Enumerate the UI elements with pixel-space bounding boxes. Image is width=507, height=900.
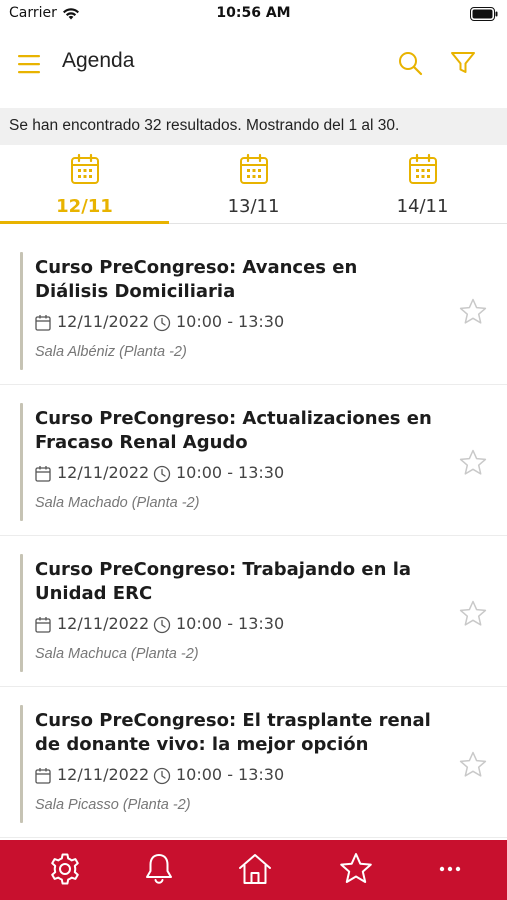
tab-day-1[interactable]: 12/11 (0, 145, 169, 224)
bottom-nav (0, 840, 507, 900)
calendar-small-icon (35, 617, 51, 633)
event-date: 12/11/2022 (57, 765, 150, 784)
favorite-button[interactable] (458, 448, 488, 478)
star-outline-icon (459, 298, 487, 324)
gear-icon (51, 853, 79, 885)
event-accent-bar (20, 403, 23, 521)
clock-icon (153, 314, 171, 332)
favorite-button[interactable] (458, 599, 488, 629)
clock-icon (153, 616, 171, 634)
event-accent-bar (20, 554, 23, 672)
event-accent-bar (20, 705, 23, 823)
calendar-small-icon (35, 466, 51, 482)
tab-day-3[interactable]: 14/11 (338, 145, 507, 224)
home-icon (239, 854, 271, 884)
calendar-icon (71, 153, 99, 184)
event-location: Sala Machuca (Planta -2) (35, 646, 199, 662)
tab-day-1-label: 12/11 (56, 196, 113, 217)
tab-day-2-label: 13/11 (227, 196, 280, 217)
status-bar: Carrier 10:56 AM (0, 0, 507, 28)
event-title: Curso PreCongreso: Actualizaciones en Fr… (35, 408, 432, 453)
event-location: Sala Albéniz (Planta -2) (35, 344, 187, 360)
battery-icon (470, 6, 498, 25)
search-icon (399, 52, 423, 76)
nav-more-button[interactable] (432, 851, 468, 887)
event-title: Curso PreCongreso: El trasplante renal d… (35, 710, 431, 755)
calendar-icon (409, 153, 437, 184)
more-icon (439, 866, 461, 872)
star-outline-icon (459, 751, 487, 777)
calendar-small-icon (35, 768, 51, 784)
calendar-small-icon (35, 315, 51, 331)
tab-day-2[interactable]: 13/11 (169, 145, 338, 224)
event-accent-bar (20, 252, 23, 370)
favorite-button[interactable] (458, 297, 488, 327)
results-summary-bar: Se han encontrado 32 resultados. Mostran… (0, 108, 507, 145)
event-time: 10:00 - 13:30 (176, 614, 285, 633)
event-time: 10:00 - 13:30 (176, 463, 285, 482)
event-time: 10:00 - 13:30 (176, 312, 285, 331)
event-item[interactable]: Curso PreCongreso: El trasplante renal d… (0, 687, 507, 838)
calendar-icon (240, 153, 268, 184)
favorite-button[interactable] (458, 750, 488, 780)
search-button[interactable] (396, 49, 424, 77)
star-outline-icon (459, 449, 487, 475)
event-item[interactable]: Curso PreCongreso: Avances en Diálisis D… (0, 234, 507, 385)
menu-button[interactable] (16, 51, 44, 77)
event-item[interactable]: Curso PreCongreso: Actualizaciones en Fr… (0, 385, 507, 536)
event-date: 12/11/2022 (57, 312, 150, 331)
results-summary-text: Se han encontrado 32 resultados. Mostran… (9, 117, 400, 134)
event-time: 10:00 - 13:30 (176, 765, 285, 784)
nav-home-button[interactable] (237, 851, 273, 887)
star-outline-icon (459, 600, 487, 626)
filter-button[interactable] (449, 49, 477, 77)
event-title: Curso PreCongreso: Avances en Diálisis D… (35, 257, 358, 302)
page-title: Agenda (62, 49, 135, 72)
hamburger-menu-icon (18, 55, 40, 74)
clock-time: 10:56 AM (216, 5, 291, 21)
clock-icon (153, 767, 171, 785)
event-location: Sala Picasso (Planta -2) (35, 797, 191, 813)
nav-notifications-button[interactable] (141, 851, 177, 887)
event-item[interactable]: Curso PreCongreso: Trabajando en la Unid… (0, 536, 507, 687)
nav-favorites-button[interactable] (338, 851, 374, 887)
bell-icon (146, 854, 172, 884)
filter-icon (451, 52, 475, 73)
nav-settings-button[interactable] (47, 851, 83, 887)
app-header: Agenda (0, 36, 507, 92)
event-location: Sala Machado (Planta -2) (35, 495, 200, 511)
date-tabs: 12/11 13/11 14/11 (0, 145, 507, 224)
star-icon (340, 853, 372, 883)
event-date: 12/11/2022 (57, 614, 150, 633)
event-title: Curso PreCongreso: Trabajando en la Unid… (35, 559, 412, 604)
clock-icon (153, 465, 171, 483)
tab-day-3-label: 14/11 (396, 196, 449, 217)
event-date: 12/11/2022 (57, 463, 150, 482)
